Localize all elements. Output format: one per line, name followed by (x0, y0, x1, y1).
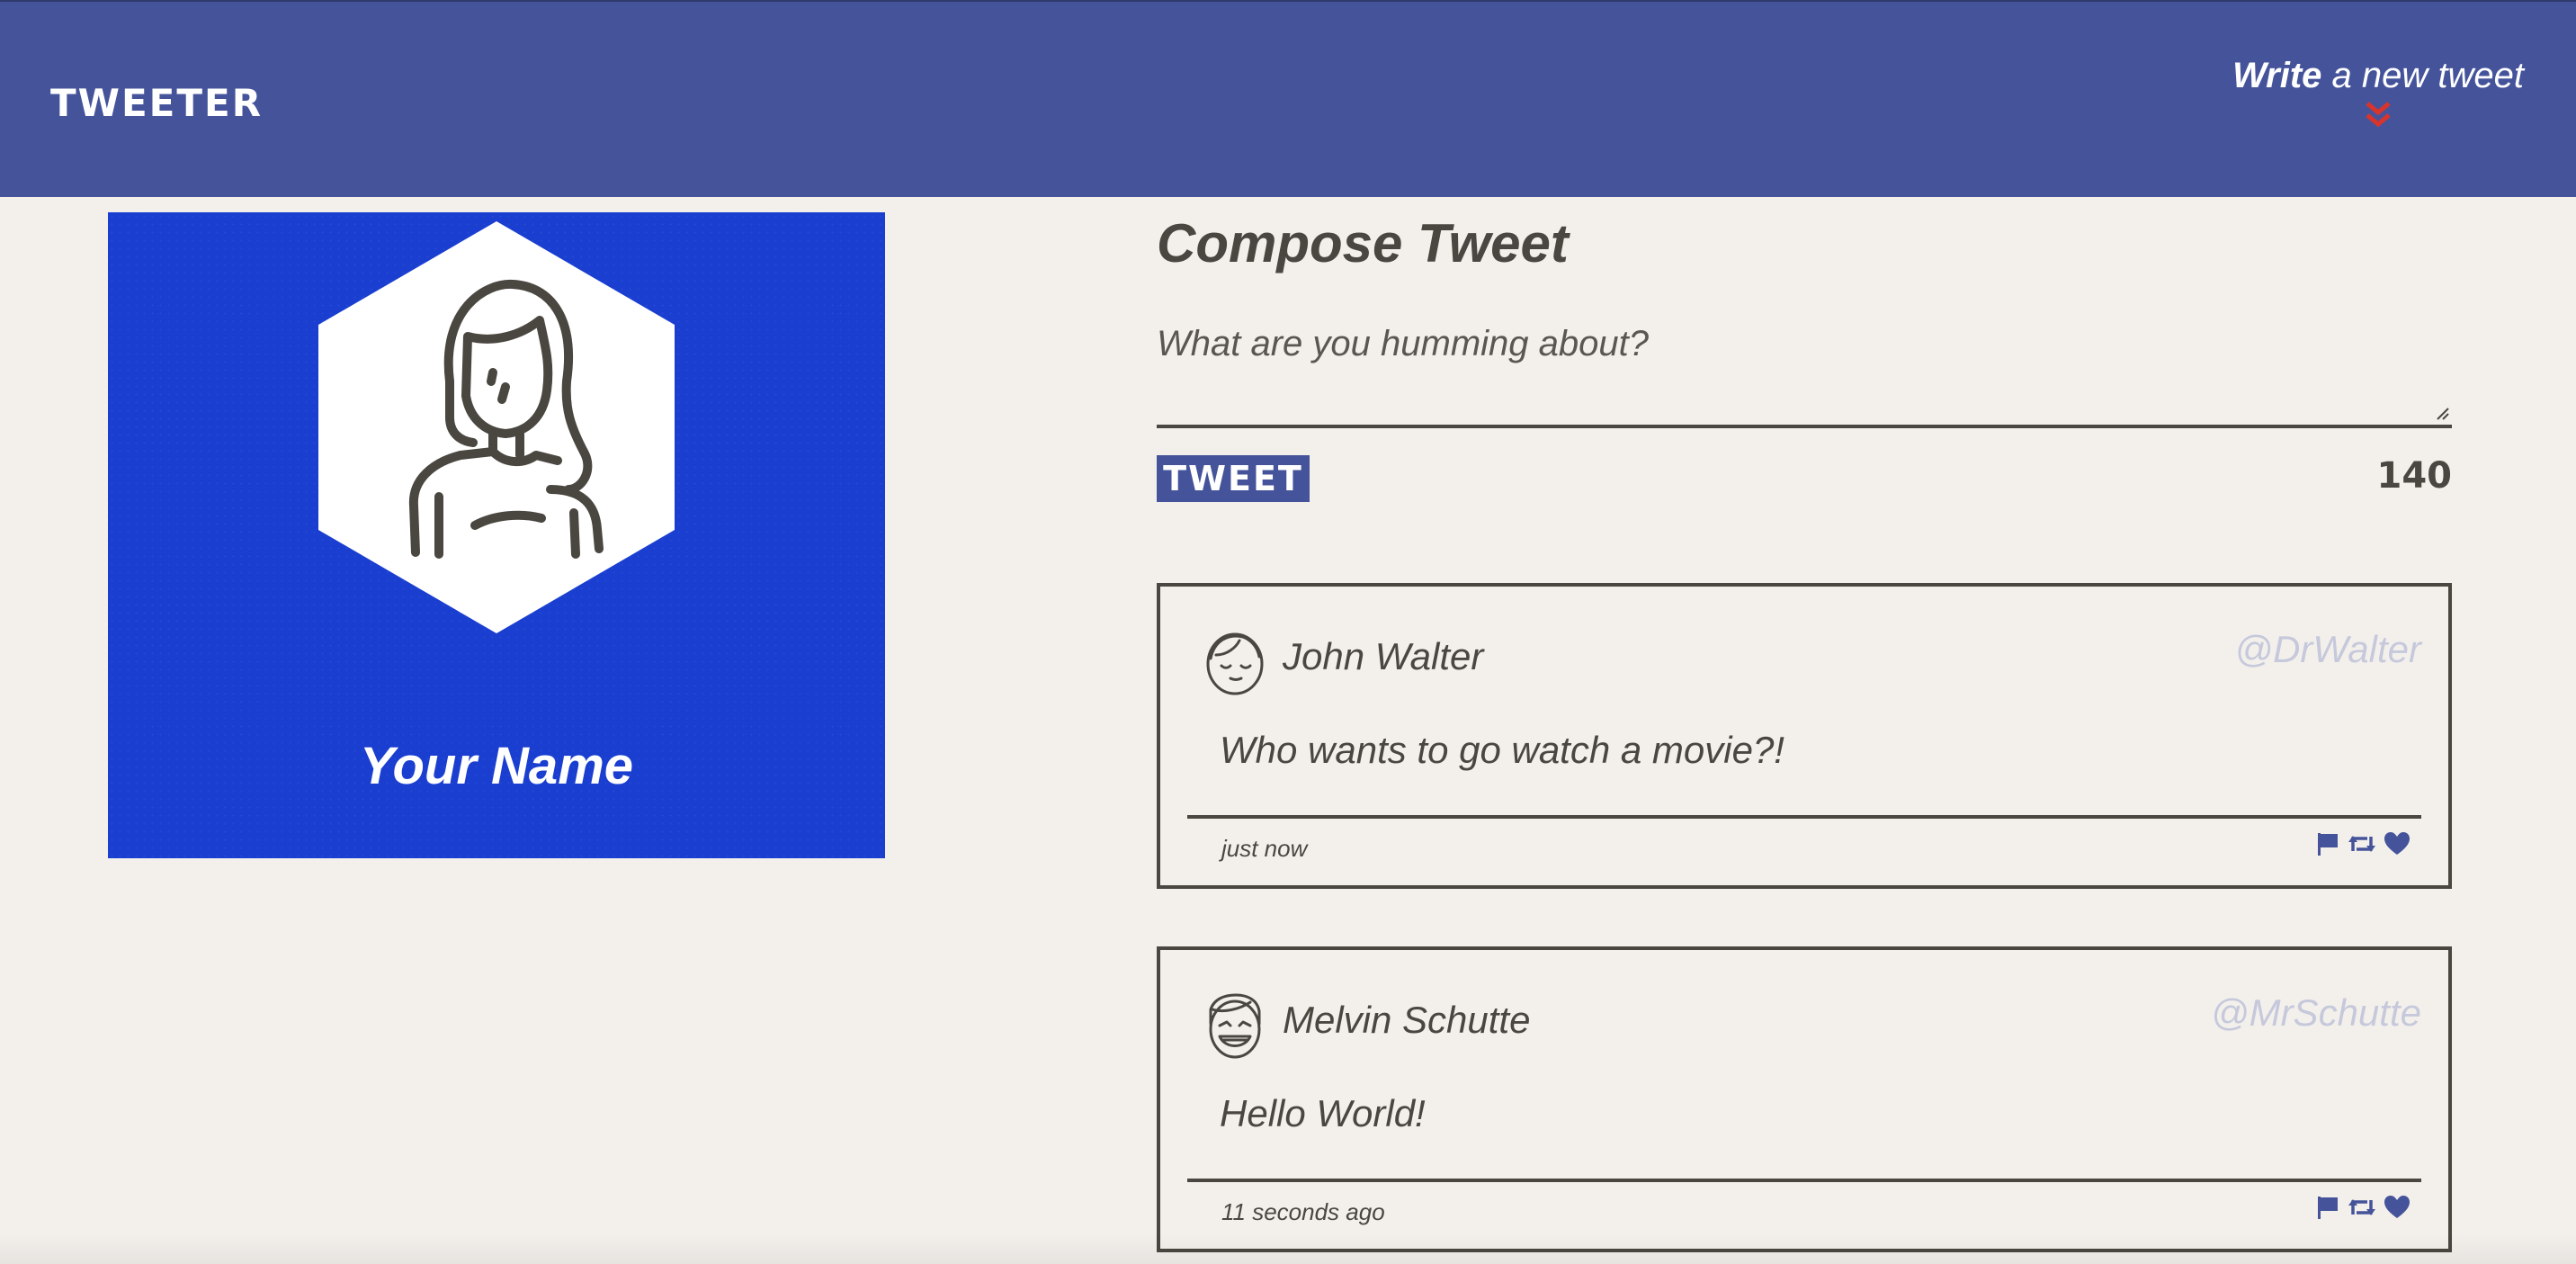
profile-card: Your Name (108, 212, 885, 858)
heart-icon[interactable] (2384, 831, 2411, 856)
retweet-icon[interactable] (2348, 831, 2376, 856)
tweet-text: Who wants to go watch a movie?! (1220, 729, 1784, 771)
flag-icon[interactable] (2315, 831, 2340, 856)
write-new-tweet-toggle[interactable]: Write a new tweet (2232, 56, 2524, 130)
write-bold: Write (2232, 56, 2322, 95)
tweet-card: John Walter @DrWalter Who wants to go wa… (1157, 583, 2452, 889)
retweet-icon[interactable] (2348, 1195, 2376, 1220)
flag-icon[interactable] (2315, 1195, 2340, 1220)
tweet-author-name[interactable]: Melvin Schutte (1283, 999, 1530, 1042)
person-avatar-icon (318, 221, 675, 633)
compose-section: Compose Tweet TWEET 140 (1157, 212, 2452, 502)
tweet-author-handle[interactable]: @DrWalter (2234, 628, 2421, 671)
tweet-text-input[interactable] (1157, 324, 2452, 428)
tweet-author-name[interactable]: John Walter (1283, 635, 1483, 678)
laughing-face-avatar-icon (1209, 993, 1261, 1059)
compose-title: Compose Tweet (1157, 213, 1569, 273)
bottom-shadow (0, 1233, 2576, 1264)
resize-handle-icon[interactable] (2436, 407, 2450, 421)
brand-logo[interactable]: TWEETER (50, 81, 263, 125)
heart-icon[interactable] (2384, 1195, 2411, 1220)
tweet-timestamp: just now (1221, 835, 1308, 862)
top-nav: TWEETER Write a new tweet (0, 0, 2576, 197)
tweet-divider (1187, 815, 2421, 819)
tweet-actions (2315, 831, 2411, 856)
tweet-divider (1187, 1179, 2421, 1182)
write-rest: a new tweet (2321, 56, 2524, 95)
profile-name: Your Name (359, 737, 634, 795)
tweet-timestamp: 11 seconds ago (1221, 1198, 1385, 1225)
tweet-text: Hello World! (1220, 1092, 1426, 1134)
write-toggle-label: Write a new tweet (2232, 56, 2524, 95)
tweet-actions (2315, 1195, 2411, 1220)
character-counter: 140 (2376, 455, 2453, 497)
tweet-submit-button[interactable]: TWEET (1157, 455, 1310, 502)
double-chevron-down-icon (2366, 102, 2391, 128)
tweet-card: Melvin Schutte @MrSchutte Hello World! 1… (1157, 946, 2452, 1252)
smiling-face-avatar-icon (1206, 632, 1264, 695)
tweet-author-handle[interactable]: @MrSchutte (2211, 991, 2421, 1035)
